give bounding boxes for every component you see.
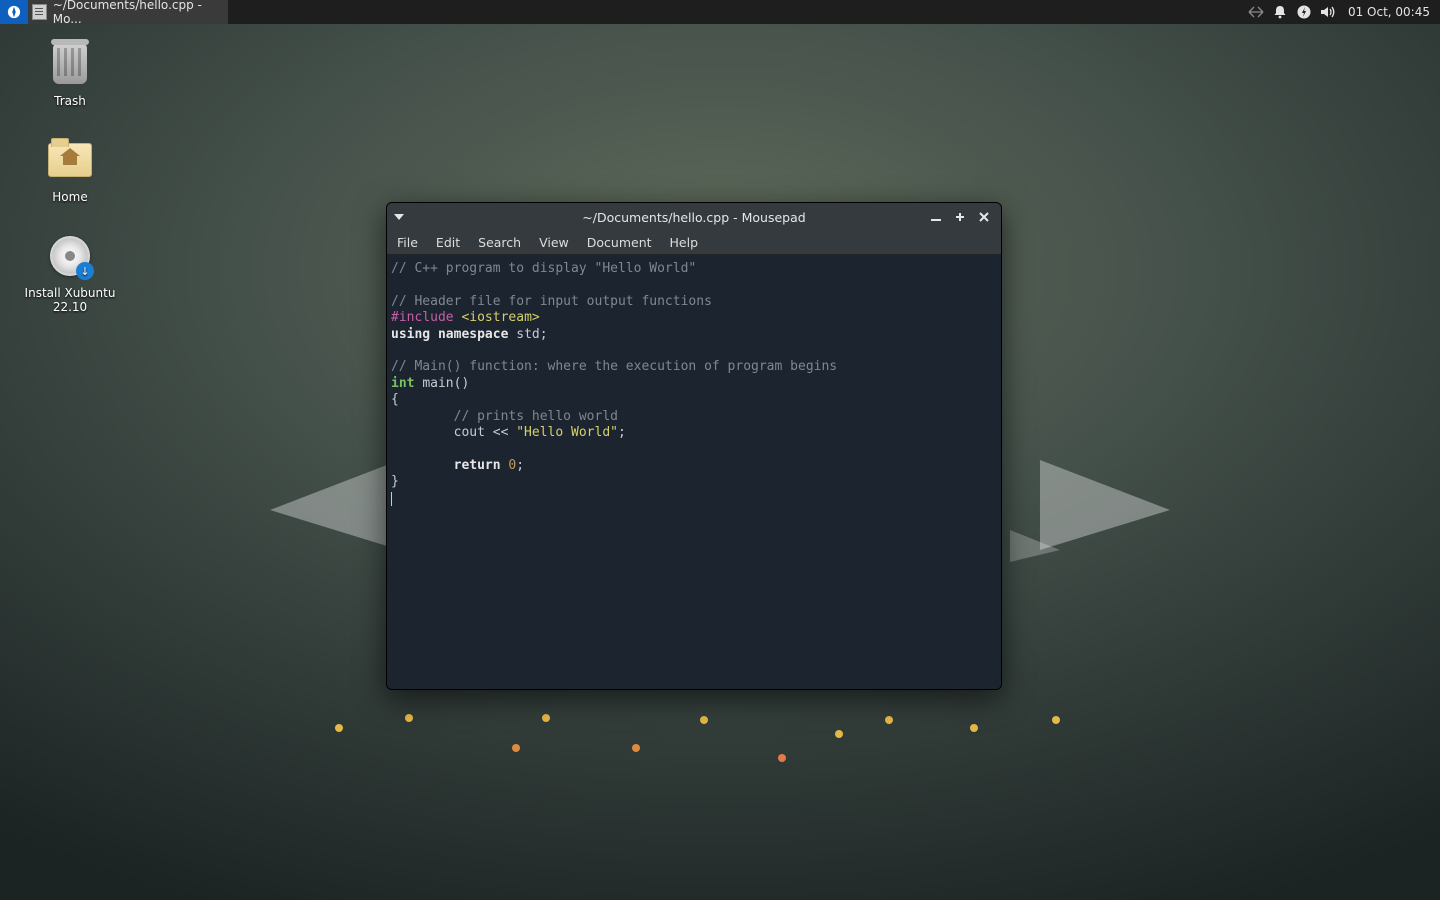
- disc-icon: ↓: [50, 236, 90, 276]
- trash-icon: [53, 44, 87, 84]
- taskbar-item-label: ~/Documents/hello.cpp - Mo...: [53, 0, 218, 26]
- menubar: File Edit Search View Document Help: [387, 231, 1001, 255]
- desktop-icons: Trash Home ↓ Install Xubuntu 22.10: [10, 40, 130, 314]
- applications-menu-button[interactable]: [0, 0, 28, 24]
- wallpaper-dot: [835, 730, 843, 738]
- wallpaper-dot: [632, 744, 640, 752]
- window-maximize-button[interactable]: [953, 210, 967, 224]
- window-titlebar[interactable]: ~/Documents/hello.cpp - Mousepad: [387, 203, 1001, 231]
- desktop-icon-label: Home: [52, 190, 87, 204]
- desktop-icon-install[interactable]: ↓ Install Xubuntu 22.10: [10, 232, 130, 314]
- menu-edit[interactable]: Edit: [436, 235, 460, 250]
- notifications-icon[interactable]: [1272, 4, 1288, 20]
- volume-icon[interactable]: [1320, 4, 1336, 20]
- wallpaper-dot: [542, 714, 550, 722]
- taskbar-item-mousepad[interactable]: ~/Documents/hello.cpp - Mo...: [28, 0, 228, 24]
- window-minimize-button[interactable]: [929, 210, 943, 224]
- wallpaper-dot: [335, 724, 343, 732]
- folder-icon: [48, 143, 92, 177]
- wallpaper-dot: [512, 744, 520, 752]
- desktop-icon-home[interactable]: Home: [10, 136, 130, 204]
- wallpaper-dot: [405, 714, 413, 722]
- desktop-icon-trash[interactable]: Trash: [10, 40, 130, 108]
- window-menu-icon[interactable]: [387, 214, 411, 220]
- desktop-icon-label: Trash: [54, 94, 86, 108]
- download-badge-icon: ↓: [76, 262, 94, 280]
- menu-help[interactable]: Help: [670, 235, 699, 250]
- text-cursor: [391, 492, 392, 506]
- menu-view[interactable]: View: [539, 235, 569, 250]
- wallpaper-shape: [1010, 530, 1060, 562]
- menu-search[interactable]: Search: [478, 235, 521, 250]
- wallpaper-dot: [1052, 716, 1060, 724]
- network-icon[interactable]: [1248, 4, 1264, 20]
- menu-document[interactable]: Document: [587, 235, 652, 250]
- mousepad-window: ~/Documents/hello.cpp - Mousepad File Ed…: [386, 202, 1002, 690]
- window-close-button[interactable]: [977, 210, 991, 224]
- wallpaper-dots: [0, 700, 1440, 780]
- top-panel: ~/Documents/hello.cpp - Mo... 01 Oct, 00…: [0, 0, 1440, 24]
- editor-textarea[interactable]: // C++ program to display "Hello World" …: [387, 255, 1001, 689]
- wallpaper-dot: [778, 754, 786, 762]
- wallpaper-dot: [970, 724, 978, 732]
- menu-file[interactable]: File: [397, 235, 418, 250]
- window-title: ~/Documents/hello.cpp - Mousepad: [387, 210, 1001, 225]
- desktop-icon-label: Install Xubuntu 22.10: [25, 286, 116, 314]
- wallpaper-shape: [270, 460, 400, 550]
- wallpaper-dot: [885, 716, 893, 724]
- power-manager-icon[interactable]: [1296, 4, 1312, 20]
- wallpaper-dot: [700, 716, 708, 724]
- panel-clock[interactable]: 01 Oct, 00:45: [1344, 5, 1430, 19]
- text-editor-icon: [32, 4, 47, 20]
